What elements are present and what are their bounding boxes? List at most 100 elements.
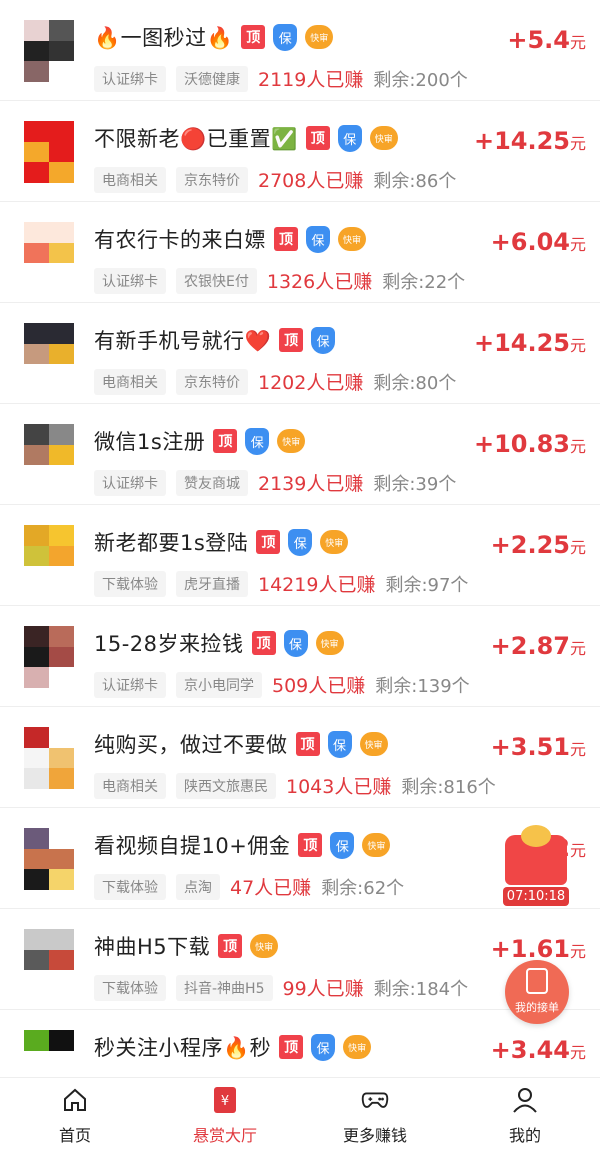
task-title: 秒关注小程序🔥秒 (94, 1036, 272, 1060)
task-row[interactable]: 有农行卡的来白嫖顶保快审 认证绑卡 农银快E付 1326人已赚 剩余:22个 +6.04元 (0, 202, 600, 303)
app-tag: 点淘 (176, 873, 220, 900)
remaining-count: 剩余:80个 (373, 372, 457, 394)
task-meta-row: 电商相关 陕西文旅惠民 1043人已赚 剩余:816个 (94, 772, 496, 799)
task-row[interactable]: 🔥一图秒过🔥 顶保快审认证绑卡 沃德健康 2119人已赚 剩余:200个 +5.4元 (0, 0, 600, 101)
top-badge: 顶 (218, 934, 243, 958)
task-thumbnail (24, 828, 74, 890)
task-meta-row: 下载体验 抖音-神曲H5 99人已赚 剩余:184个 (94, 974, 468, 1001)
task-title-row: 纯购买，做过不要做顶保快审 (94, 729, 388, 759)
task-thumbnail (24, 20, 74, 82)
task-row[interactable]: 15-28岁来捡钱顶保快审 认证绑卡 京小电同学 509人已赚 剩余:139个 +2.87… (0, 606, 600, 707)
task-row[interactable]: 有新手机号就行❤️ 顶保电商相关 京东特价 1202人已赚 剩余:80个 +14.25元 (0, 303, 600, 404)
task-reward: +3.51元 (491, 733, 586, 761)
reward-unit: 元 (569, 538, 586, 557)
task-reward: +10.83元 (474, 430, 586, 458)
document-icon (526, 968, 548, 994)
remaining-count: 剩余:39个 (373, 473, 457, 495)
task-meta-row: 认证绑卡 沃德健康 2119人已赚 剩余:200个 (94, 65, 468, 92)
gift-icon (505, 825, 567, 885)
task-meta-row: 下载体验 点淘 47人已赚 剩余:62个 (94, 873, 404, 900)
remaining-count: 剩余:86个 (373, 170, 457, 192)
task-meta-row: 电商相关 京东特价 1202人已赚 剩余:80个 (94, 368, 456, 395)
bao-badge: 保 (330, 831, 355, 859)
fast-badge: 快审 (277, 429, 306, 453)
reward-amount: +5.4 (507, 26, 570, 54)
task-title-row: 有新手机号就行❤️ 顶保 (94, 325, 336, 355)
task-reward: +2.87元 (491, 632, 586, 660)
my-orders-button[interactable]: 我的接单 (505, 960, 569, 1024)
task-title-row: 🔥一图秒过🔥 顶保快审 (94, 22, 334, 52)
task-title: 神曲H5下载 (94, 935, 211, 959)
bottom-navigation: 首页 ¥ 悬赏大厅 更多赚钱 我的 (0, 1077, 600, 1158)
reward-amount: +6.04 (490, 228, 570, 256)
task-thumbnail (24, 929, 74, 991)
earned-count: 2119人已赚 (258, 69, 364, 91)
nav-mine-label: 我的 (508, 1126, 541, 1145)
reward-unit: 元 (569, 942, 586, 961)
nav-bounty-hall[interactable]: ¥ 悬赏大厅 (150, 1078, 300, 1158)
fast-badge: 快审 (250, 934, 279, 958)
task-title: 15-28岁来捡钱 (94, 632, 244, 656)
countdown-timer: 07:10:18 (503, 887, 569, 906)
category-tag: 电商相关 (94, 166, 166, 193)
category-tag: 认证绑卡 (94, 65, 166, 92)
category-tag: 电商相关 (94, 368, 166, 395)
remaining-count: 剩余:97个 (385, 574, 469, 596)
bounty-hall-icon: ¥ (211, 1086, 239, 1114)
category-tag: 认证绑卡 (94, 267, 166, 294)
reward-amount: +1.61 (490, 935, 570, 963)
reward-unit: 元 (569, 33, 586, 52)
category-tag: 认证绑卡 (94, 671, 166, 698)
remaining-count: 剩余:816个 (401, 776, 496, 798)
top-badge: 顶 (213, 429, 238, 453)
fast-badge: 快审 (362, 833, 391, 857)
task-reward: +6.04元 (491, 228, 586, 256)
floating-red-envelope-timer[interactable]: 07:10:18 (500, 825, 572, 906)
task-meta-row: 认证绑卡 京小电同学 509人已赚 剩余:139个 (94, 671, 470, 698)
nav-home[interactable]: 首页 (0, 1078, 150, 1158)
task-thumbnail (24, 525, 74, 587)
earned-count: 509人已赚 (272, 675, 366, 697)
task-row[interactable]: 新老都要1s登陆顶保快审 下载体验 虎牙直播 14219人已赚 剩余:97个 +2.25元 (0, 505, 600, 606)
reward-amount: +3.51 (490, 733, 570, 761)
fast-badge: 快审 (315, 631, 344, 655)
earned-count: 2139人已赚 (258, 473, 364, 495)
task-thumbnail (24, 121, 74, 183)
nav-more-earn[interactable]: 更多赚钱 (300, 1078, 450, 1158)
task-title-row: 不限新老🔴已重置✅ 顶保快审 (94, 123, 398, 153)
task-title: 微信1s注册 (94, 430, 206, 454)
task-title-row: 秒关注小程序🔥秒顶保快审 (94, 1032, 372, 1062)
top-badge: 顶 (256, 530, 281, 554)
reward-unit: 元 (569, 235, 586, 254)
gamepad-icon (361, 1086, 389, 1114)
category-tag: 下载体验 (94, 873, 166, 900)
task-thumbnail (24, 424, 74, 486)
category-tag: 电商相关 (94, 772, 166, 799)
task-list: 🔥一图秒过🔥 顶保快审 认证绑卡 沃德健康 2119人已赚 剩余:200个 +5.4元 不限新… (0, 0, 600, 1111)
app-tag: 京小电同学 (176, 671, 262, 698)
task-title: 看视频自提10+佣金 (94, 834, 291, 858)
nav-more-earn-label: 更多赚钱 (342, 1126, 407, 1145)
earned-count: 14219人已赚 (258, 574, 376, 596)
top-badge: 顶 (251, 631, 276, 655)
task-row[interactable]: 不限新老🔴已重置✅ 顶保快审 电商相关 京东特价 2708人已赚 剩余:86个 +14.25… (0, 101, 600, 202)
top-badge: 顶 (305, 126, 330, 150)
nav-mine[interactable]: 我的 (450, 1078, 600, 1158)
my-orders-label: 我的接单 (515, 1001, 559, 1014)
task-thumbnail (24, 222, 74, 284)
category-tag: 认证绑卡 (94, 469, 166, 496)
task-reward: +14.25元 (474, 329, 586, 357)
task-reward: +1.61元 (491, 935, 586, 963)
nav-home-label: 首页 (58, 1126, 91, 1145)
remaining-count: 剩余:200个 (373, 69, 468, 91)
app-tag: 农银快E付 (176, 267, 257, 294)
fast-badge: 快审 (320, 530, 349, 554)
task-row[interactable]: 纯购买，做过不要做顶保快审电商相关 陕西文旅惠民 1043人已赚 剩余:816个 +3.… (0, 707, 600, 808)
bao-badge: 保 (288, 528, 313, 556)
reward-unit: 元 (569, 740, 586, 759)
task-row[interactable]: 微信1s注册顶保快审 认证绑卡 赞友商城 2139人已赚 剩余:39个 +10.83元 (0, 404, 600, 505)
reward-unit: 元 (569, 1043, 586, 1062)
task-title: 纯购买，做过不要做 (94, 733, 288, 757)
task-title-row: 神曲H5下载顶快审 (94, 931, 279, 961)
reward-amount: +14.25 (473, 127, 570, 155)
